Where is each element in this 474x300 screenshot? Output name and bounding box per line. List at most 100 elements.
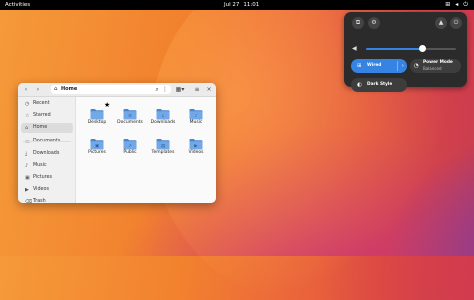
- folder-documents[interactable]: ≡ Documents: [115, 105, 145, 139]
- home-icon: ⌂: [54, 86, 58, 92]
- back-icon: ‹: [24, 86, 28, 93]
- power-mode-icon: ◔: [414, 63, 419, 69]
- download-icon: ⤓: [25, 151, 28, 157]
- settings-button[interactable]: ⚙: [368, 17, 380, 29]
- screenshot-button[interactable]: ⧉: [352, 17, 364, 29]
- sidebar-item-recent[interactable]: ◷ Recent: [21, 99, 73, 109]
- sidebar-item-label: Documents: [33, 137, 60, 147]
- folder-downloads[interactable]: ↓ Downloads: [148, 105, 178, 139]
- folder-label: Videos: [188, 150, 204, 155]
- clock-time: 11:01: [243, 2, 260, 8]
- files-header-bar: ‹ › ⌂ Home ⋮ ⌕ ▦▾ ≡ ×: [18, 83, 216, 97]
- sidebar-item-documents[interactable]: ▭Documents: [21, 137, 73, 147]
- svg-text:≡: ≡: [128, 114, 132, 119]
- path-current: Home: [61, 86, 78, 92]
- close-button[interactable]: ×: [205, 85, 213, 94]
- folder-videos[interactable]: ▶ Videos: [181, 135, 211, 169]
- folder-picture-icon: ▣: [90, 135, 104, 150]
- folder-public[interactable]: ↗ Public: [115, 135, 145, 169]
- sidebar-item-videos[interactable]: ▶ Videos: [21, 185, 73, 195]
- folder-icon: [90, 105, 104, 120]
- volume-slider-knob[interactable]: [418, 45, 426, 52]
- folder-templates[interactable]: ▤ Templates: [148, 135, 178, 169]
- power-mode-toggle[interactable]: ◔ Power Mode Balanced: [410, 59, 461, 73]
- activities-button[interactable]: Activities: [5, 0, 30, 10]
- close-icon: ×: [206, 86, 212, 93]
- volume-slider-fill: [366, 48, 422, 50]
- sidebar-divider: [23, 141, 71, 142]
- sidebar-item-trash[interactable]: ⌫ Trash: [21, 197, 73, 203]
- power-icon: ⏻: [463, 1, 468, 8]
- folder-template-icon: ▤: [156, 135, 170, 150]
- settings-icon: ⚙: [371, 19, 377, 26]
- volume-icon: ◂: [455, 1, 459, 8]
- clock-icon: ◷: [25, 101, 30, 107]
- lock-icon: ▲: [438, 19, 444, 26]
- sidebar-item-label: Recent: [33, 101, 50, 106]
- lock-button[interactable]: ▲: [435, 17, 447, 29]
- folder-music-icon: ♪: [189, 105, 203, 120]
- folder-pictures[interactable]: ▣ Pictures: [82, 135, 112, 169]
- files-sidebar: ◷Recent ☆Starred ⌂ Home ▭Documents ⤓ Downloads…: [18, 97, 76, 203]
- power-icon: ⏻: [453, 19, 459, 26]
- picture-icon: ▣: [25, 175, 30, 181]
- quick-settings-panel: ⧉ ⚙ ▲ ⏻ ◀ ⊞ Wired › ◔ Power Mode Balance…: [344, 12, 467, 92]
- forward-icon: ›: [36, 86, 40, 93]
- volume-icon: ◀: [352, 45, 357, 52]
- folder-label: Downloads: [150, 120, 176, 125]
- sidebar-item-label: Pictures: [33, 175, 52, 180]
- folder-desktop[interactable]: Desktop: [82, 105, 112, 139]
- power-mode-value: Balanced: [423, 66, 442, 71]
- chevron-right-icon[interactable]: ›: [402, 59, 404, 73]
- sidebar-item-music[interactable]: ♪ Music: [21, 161, 73, 171]
- star-icon: ★: [104, 101, 111, 109]
- clock[interactable]: Jul 27 11:01: [224, 0, 263, 10]
- music-icon: ♪: [25, 163, 29, 169]
- sidebar-item-label: Downloads: [33, 151, 60, 156]
- folder-label: Music: [189, 120, 203, 125]
- sidebar-item-label: Trash: [33, 199, 46, 203]
- folder-music[interactable]: ♪ Music: [181, 105, 211, 139]
- main-menu-button[interactable]: ≡: [193, 85, 201, 94]
- power-button[interactable]: ⏻: [450, 17, 462, 29]
- clock-date: Jul 27: [224, 2, 240, 8]
- folder-share-icon: ↗: [123, 135, 137, 150]
- wired-toggle[interactable]: ⊞ Wired ›: [351, 59, 407, 73]
- video-icon: ▶: [25, 187, 29, 193]
- network-wired-icon: ⊞: [357, 63, 362, 69]
- folder-label: Documents: [117, 120, 143, 125]
- sidebar-item-label: Home: [33, 125, 48, 130]
- trash-icon: ⌫: [25, 199, 33, 203]
- sidebar-item-starred[interactable]: ☆ Starred: [21, 111, 73, 121]
- folder-label: Desktop: [87, 120, 107, 125]
- system-menu[interactable]: ⊞ ◂ ⏻: [445, 0, 468, 10]
- sidebar-item-pictures[interactable]: ▣ Pictures: [21, 173, 73, 183]
- document-icon: ▭: [25, 139, 30, 145]
- search-button[interactable]: ⌕: [153, 85, 161, 94]
- dark-style-icon: ◐: [357, 82, 362, 88]
- wired-label: Wired: [367, 63, 382, 68]
- svg-text:♪: ♪: [195, 113, 198, 119]
- top-bar: Activities Jul 27 11:01 ⊞ ◂ ⏻: [0, 0, 474, 10]
- folder-label: Public: [123, 150, 137, 155]
- dark-style-label: Dark Style: [367, 82, 393, 87]
- sidebar-item-label: Videos: [33, 187, 49, 192]
- folder-label: Pictures: [88, 150, 106, 155]
- network-icon: ⊞: [445, 1, 451, 8]
- volume-slider[interactable]: [366, 45, 456, 52]
- forward-button[interactable]: ›: [34, 85, 42, 94]
- path-menu-icon[interactable]: ⋮: [162, 85, 168, 94]
- svg-text:↗: ↗: [128, 144, 132, 149]
- sidebar-item-downloads[interactable]: ⤓ Downloads: [21, 149, 73, 159]
- sidebar-item-label: Music: [33, 163, 47, 168]
- folder-download-icon: ↓: [156, 105, 170, 120]
- back-button[interactable]: ‹: [22, 85, 30, 94]
- home-icon: ⌂: [25, 125, 29, 131]
- grid-view-icon: ▦▾: [175, 86, 185, 93]
- dark-style-toggle[interactable]: ◐ Dark Style: [351, 78, 407, 92]
- sidebar-item-home[interactable]: ⌂ Home: [21, 123, 73, 133]
- star-icon: ☆: [25, 113, 30, 119]
- search-icon: ⌕: [155, 86, 159, 93]
- files-window: ‹ › ⌂ Home ⋮ ⌕ ▦▾ ≡ × ◷ Recent ☆ Starred ⌂ Ho…: [18, 83, 216, 203]
- view-toggle-button[interactable]: ▦▾: [174, 85, 186, 94]
